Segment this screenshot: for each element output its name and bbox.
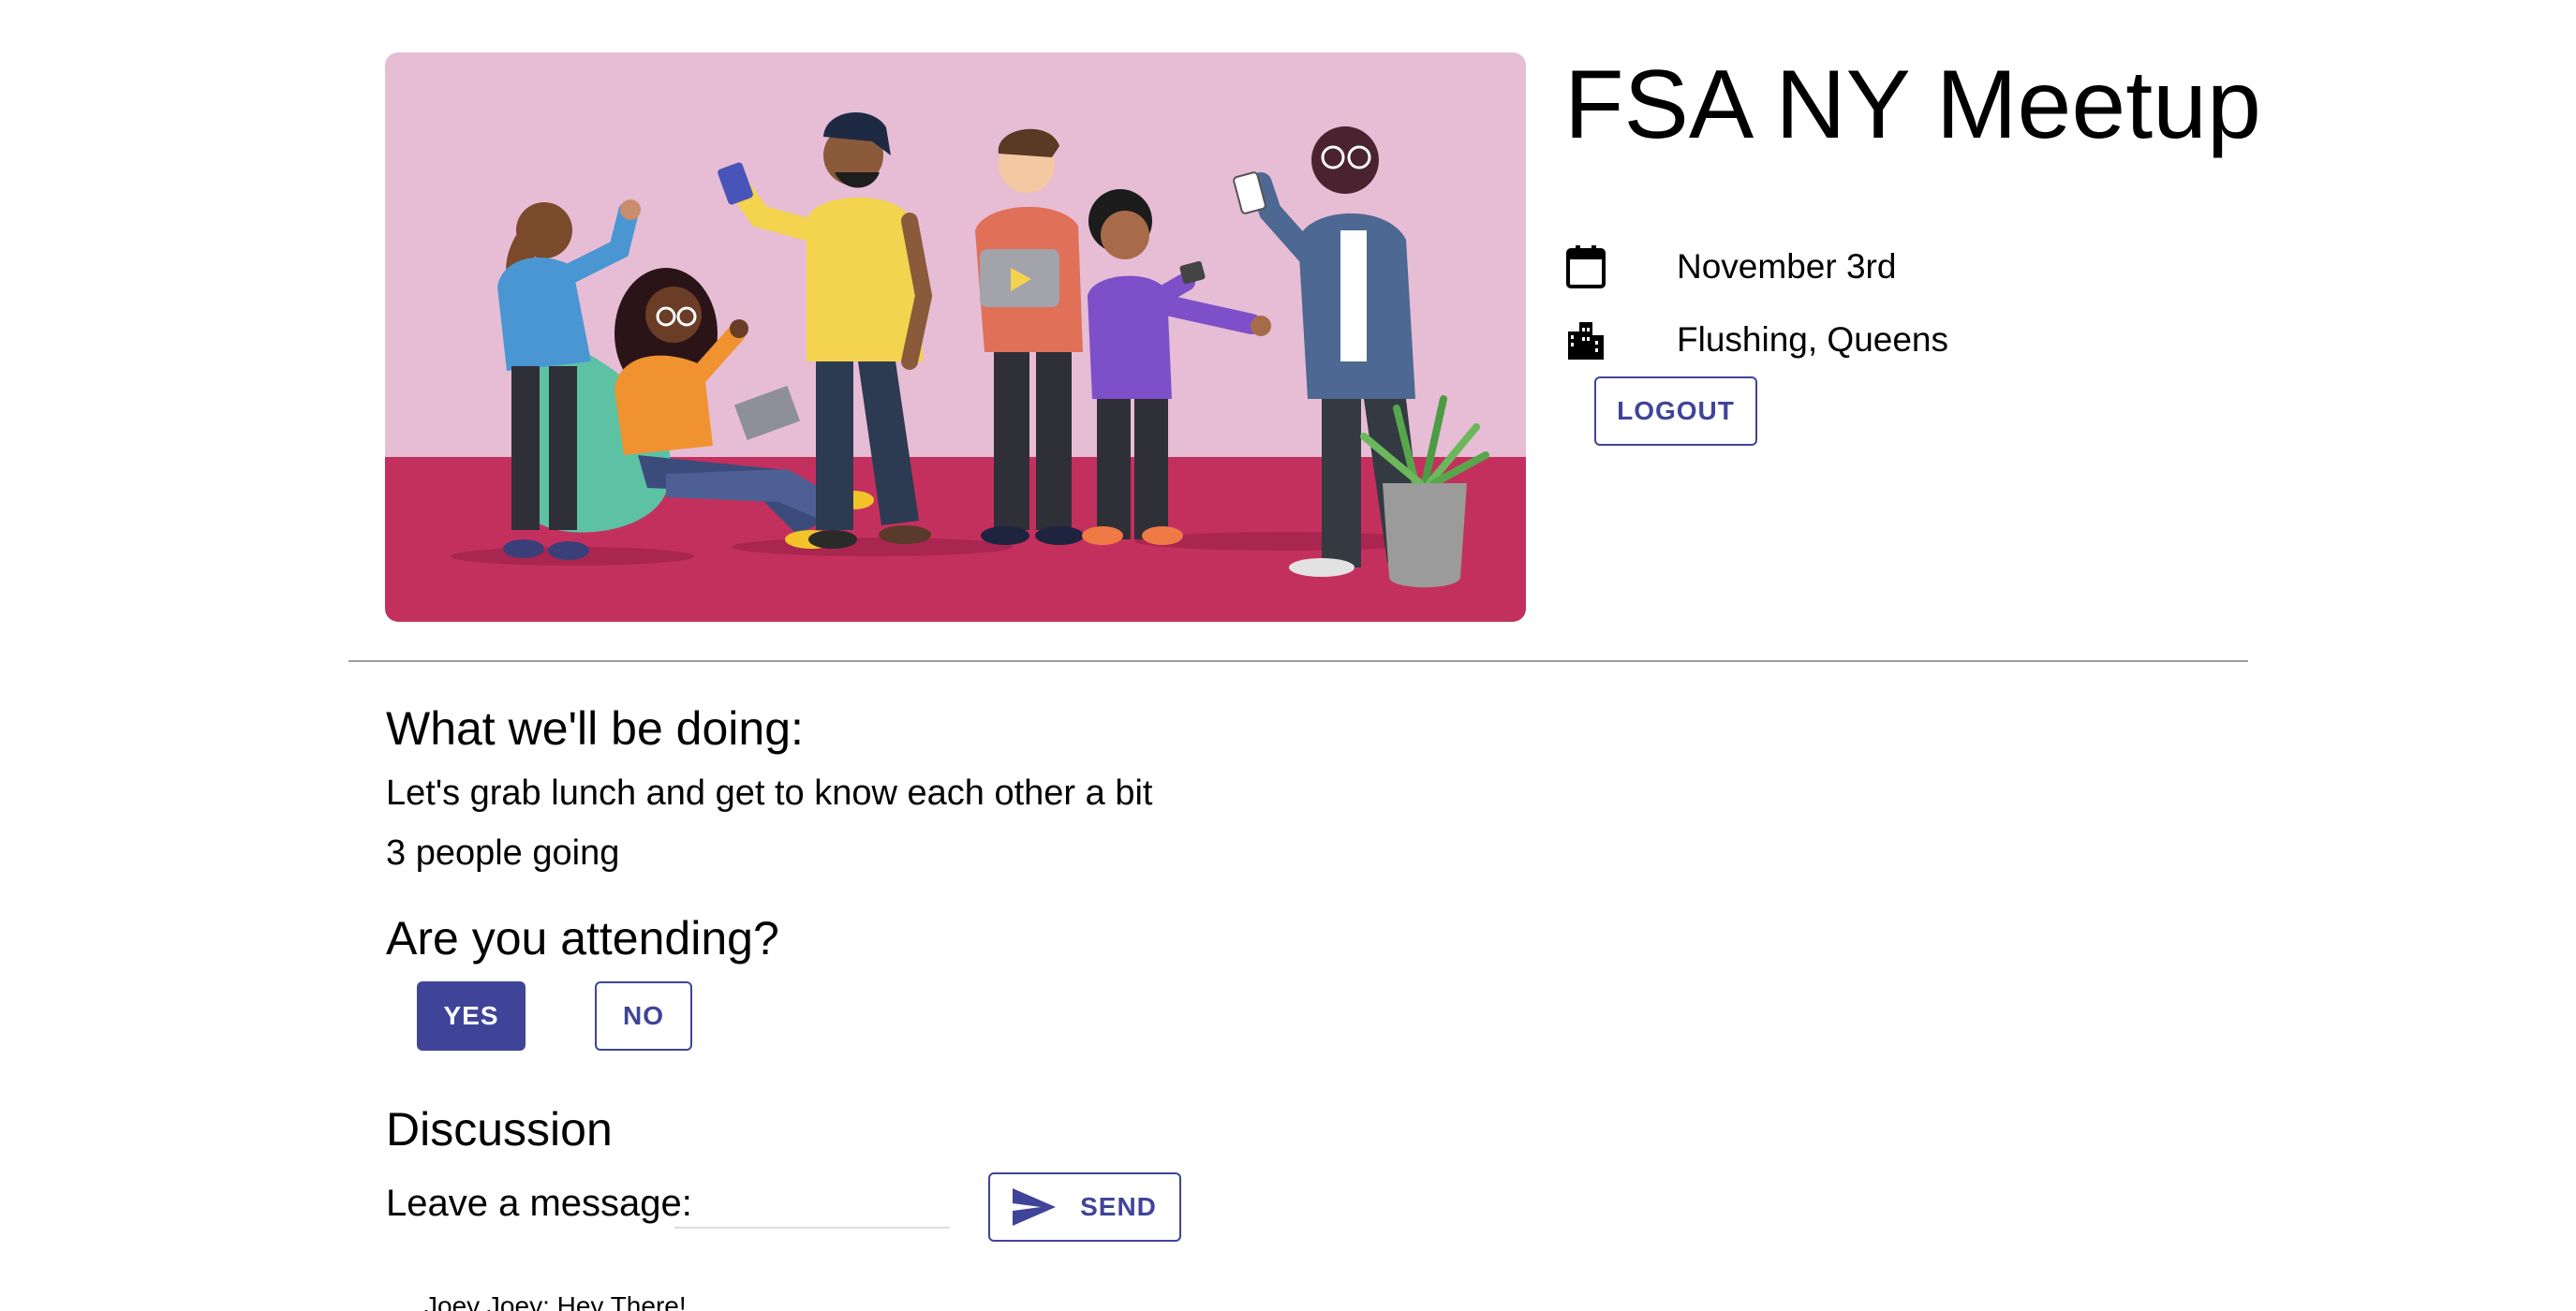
message-label: Leave a message: xyxy=(386,1183,692,1224)
city-icon xyxy=(1566,318,1606,361)
message-input[interactable] xyxy=(674,1178,950,1229)
event-date: November 3rd xyxy=(1677,247,1897,286)
logout-button[interactable]: LOGOUT xyxy=(1594,376,1757,446)
send-label: SEND xyxy=(1080,1192,1157,1221)
event-hero-image xyxy=(385,52,1526,622)
details-heading: What we'll be doing: xyxy=(386,702,804,755)
event-location-row: Flushing, Queens xyxy=(1566,317,1948,363)
section-divider xyxy=(348,660,2248,662)
rsvp-no-button[interactable]: NO xyxy=(595,981,692,1051)
calendar-icon xyxy=(1566,245,1606,288)
send-button[interactable]: SEND xyxy=(988,1172,1181,1242)
rsvp-heading: Are you attending? xyxy=(386,912,779,965)
event-page: FSA NY Meetup November 3rd Flushing, Que… xyxy=(0,0,2576,1311)
attendance-count: 3 people going xyxy=(386,833,620,873)
event-date-row: November 3rd xyxy=(1566,243,1896,290)
event-location: Flushing, Queens xyxy=(1677,320,1949,359)
rsvp-yes-button[interactable]: YES xyxy=(417,981,526,1051)
event-title: FSA NY Meetup xyxy=(1564,51,2261,159)
people-illustration xyxy=(385,52,1526,622)
message-item: Joey Joey: Hey There! xyxy=(424,1291,687,1311)
discussion-heading: Discussion xyxy=(386,1103,613,1156)
send-icon xyxy=(1013,1188,1057,1226)
event-description: Let's grab lunch and get to know each ot… xyxy=(386,773,1153,813)
